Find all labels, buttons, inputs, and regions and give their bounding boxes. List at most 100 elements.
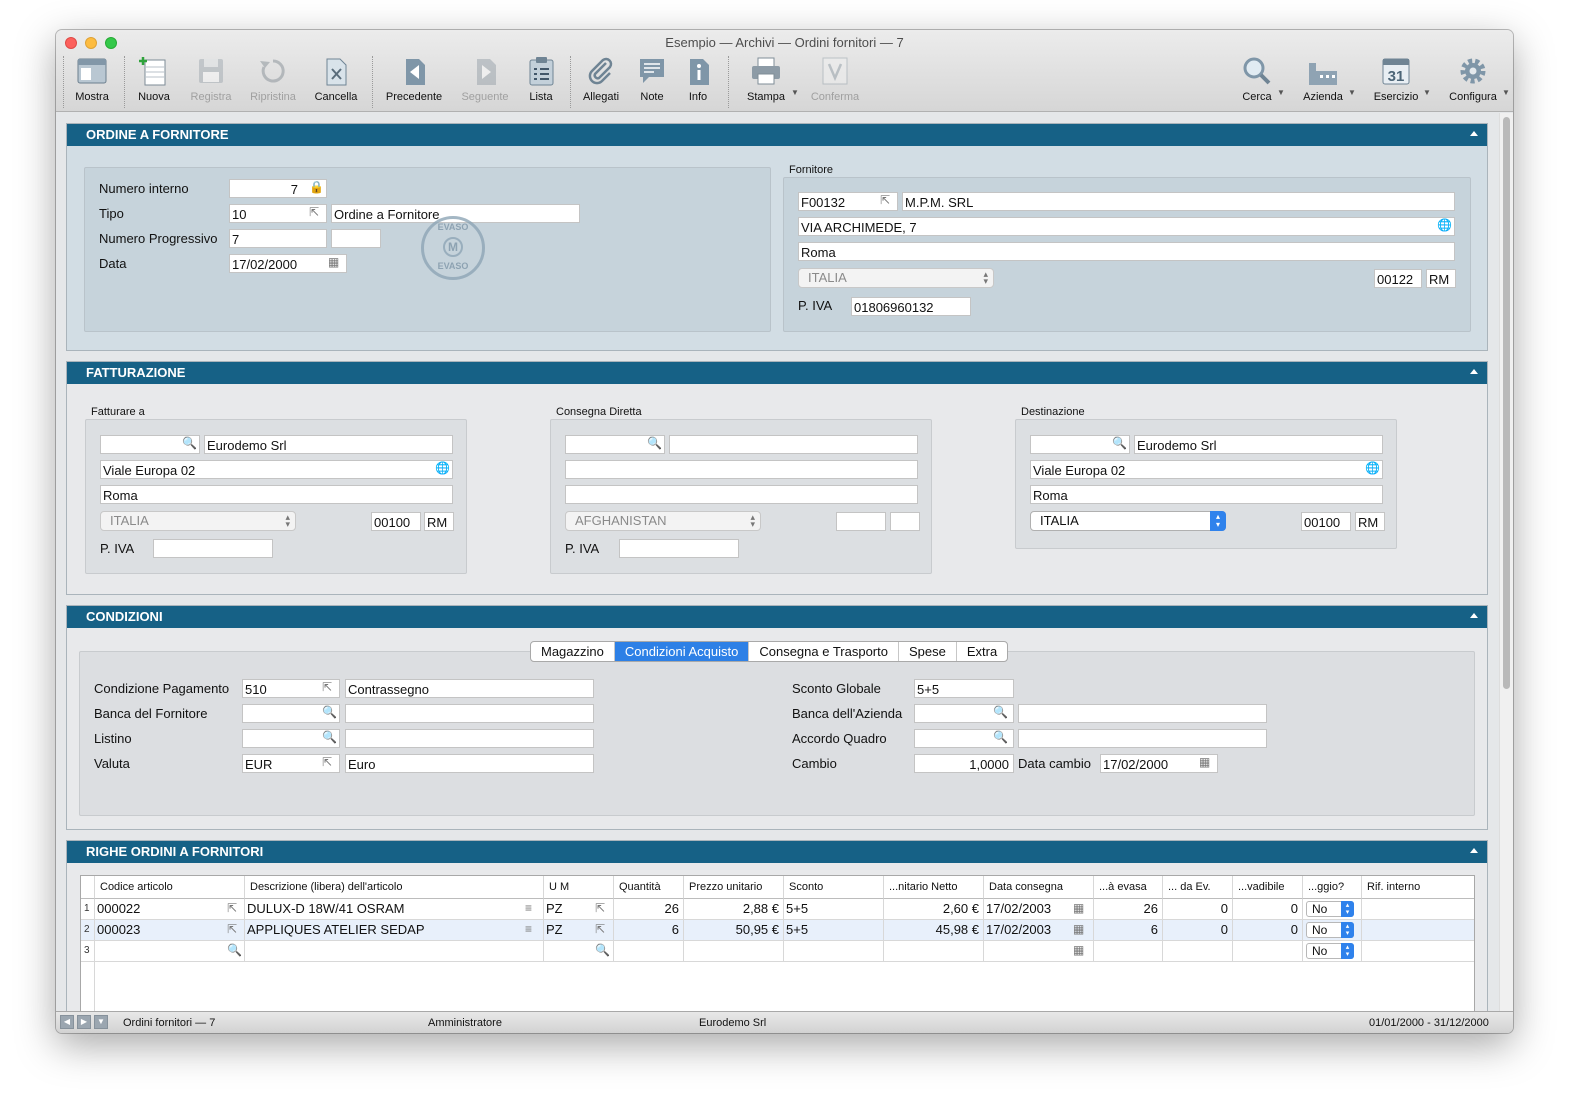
omaggio-select[interactable]: No ▴ ▾ bbox=[1306, 943, 1354, 959]
search-icon[interactable]: 🔍 bbox=[322, 730, 337, 744]
column-header[interactable]: Quantità bbox=[614, 876, 684, 899]
numero-progressivo-field[interactable]: 7 bbox=[229, 229, 327, 248]
link-arrow-icon[interactable]: ⇱ bbox=[880, 193, 890, 207]
esercizio-button[interactable]: 31 Esercizio bbox=[1368, 52, 1424, 108]
link-arrow-icon[interactable]: ⇱ bbox=[595, 901, 605, 915]
globe-icon[interactable]: 🌐 bbox=[1365, 461, 1380, 475]
consegna-address-field[interactable] bbox=[565, 460, 918, 479]
fornitore-address-field[interactable]: VIA ARCHIMEDE, 7 bbox=[798, 217, 1455, 236]
column-header[interactable]: ...nitario Netto bbox=[884, 876, 984, 899]
descrizione-cell[interactable]: APPLIQUES ATELIER SEDAP bbox=[245, 920, 544, 941]
fornitore-piva-field[interactable]: 01806960132 bbox=[851, 297, 971, 316]
rif-cell[interactable] bbox=[1362, 941, 1474, 962]
search-icon[interactable]: 🔍 bbox=[647, 436, 662, 450]
tab-condizioni-acquisto[interactable]: Condizioni Acquisto bbox=[614, 642, 750, 661]
column-header[interactable]: Sconto bbox=[784, 876, 884, 899]
fatturare-cap-field[interactable]: 00100 bbox=[371, 512, 421, 531]
destinazione-country-select[interactable]: ITALIA ▴ ▾ bbox=[1030, 511, 1226, 531]
calendar-icon[interactable]: ▦ bbox=[1199, 755, 1210, 769]
da-evadere-cell[interactable]: 0 bbox=[1163, 920, 1233, 941]
evasa-cell[interactable] bbox=[1094, 941, 1163, 962]
link-arrow-icon[interactable]: ⇱ bbox=[227, 922, 237, 936]
consegna-country-select[interactable]: AFGHANISTAN ▴ ▾ bbox=[565, 511, 761, 531]
fornitore-cap-field[interactable]: 00122 bbox=[1374, 269, 1422, 288]
configura-button[interactable]: Configura bbox=[1442, 52, 1504, 108]
destinazione-province-field[interactable]: RM bbox=[1355, 512, 1385, 531]
conferma-button[interactable]: Conferma bbox=[806, 52, 864, 108]
evadibile-cell[interactable]: 0 bbox=[1233, 899, 1303, 920]
quantita-cell[interactable]: 6 bbox=[614, 920, 684, 941]
column-header[interactable]: ... da Ev. bbox=[1163, 876, 1233, 899]
link-arrow-icon[interactable]: ⇱ bbox=[309, 205, 319, 219]
fatturare-address-field[interactable]: Viale Europa 02 bbox=[100, 460, 453, 479]
calendar-icon[interactable]: ▦ bbox=[1073, 922, 1084, 936]
note-button[interactable]: Note bbox=[634, 52, 670, 108]
evasa-cell[interactable]: 26 bbox=[1094, 899, 1163, 920]
text-lines-icon[interactable]: ≡ bbox=[525, 901, 532, 915]
link-arrow-icon[interactable]: ⇱ bbox=[595, 922, 605, 936]
consegna-name-field[interactable] bbox=[669, 435, 918, 454]
numero-progressivo-suffix-field[interactable] bbox=[331, 229, 381, 248]
netto-cell[interactable] bbox=[884, 941, 984, 962]
search-icon[interactable]: 🔍 bbox=[993, 705, 1008, 719]
fatturare-province-field[interactable]: RM bbox=[424, 512, 454, 531]
accordo-desc-field[interactable] bbox=[1018, 729, 1267, 748]
calendar-icon[interactable]: ▦ bbox=[1073, 943, 1084, 957]
fornitore-province-field[interactable]: RM bbox=[1426, 269, 1456, 288]
search-icon[interactable]: 🔍 bbox=[322, 705, 337, 719]
sconto-cell[interactable] bbox=[784, 941, 884, 962]
codice-cell[interactable]: 000023 bbox=[95, 920, 245, 941]
destinazione-address-field[interactable]: Viale Europa 02 bbox=[1030, 460, 1383, 479]
scrollbar-thumb[interactable] bbox=[1503, 117, 1510, 689]
evasa-cell[interactable]: 6 bbox=[1094, 920, 1163, 941]
down-arrow-icon[interactable]: ▼ bbox=[94, 1015, 108, 1029]
consegna-province-field[interactable] bbox=[890, 512, 920, 531]
lista-button[interactable]: Lista bbox=[522, 52, 560, 108]
fatturazione-section-header[interactable]: FATTURAZIONE bbox=[67, 362, 1487, 384]
column-header[interactable]: Prezzo unitario bbox=[684, 876, 784, 899]
netto-cell[interactable]: 2,60 € bbox=[884, 899, 984, 920]
descrizione-cell[interactable] bbox=[245, 941, 544, 962]
calendar-icon[interactable]: ▦ bbox=[328, 255, 339, 269]
cancella-button[interactable]: Cancella bbox=[310, 52, 362, 108]
prezzo-cell[interactable]: 2,88 € bbox=[684, 899, 784, 920]
info-button[interactable]: Info bbox=[680, 52, 716, 108]
mostra-button[interactable]: Mostra bbox=[68, 52, 116, 108]
registra-button[interactable]: Registra bbox=[184, 52, 238, 108]
cerca-dropdown-icon[interactable]: ▼ bbox=[1277, 88, 1285, 97]
cambio-field[interactable]: 1,0000 bbox=[914, 754, 1014, 773]
ordine-section-header[interactable]: ORDINE A FORNITORE bbox=[67, 124, 1487, 146]
previous-arrow-icon[interactable]: ◀ bbox=[60, 1015, 74, 1029]
netto-cell[interactable]: 45,98 € bbox=[884, 920, 984, 941]
next-arrow-icon[interactable]: ▶ bbox=[77, 1015, 91, 1029]
tab-extra[interactable]: Extra bbox=[957, 642, 1007, 661]
link-arrow-icon[interactable]: ⇱ bbox=[322, 680, 332, 694]
condizioni-section-header[interactable]: CONDIZIONI bbox=[67, 606, 1487, 628]
nuova-button[interactable]: Nuova bbox=[132, 52, 176, 108]
globe-icon[interactable]: 🌐 bbox=[435, 461, 450, 475]
fornitore-city-field[interactable]: Roma bbox=[798, 242, 1455, 261]
righe-section-header[interactable]: RIGHE ORDINI A FORNITORI bbox=[67, 841, 1487, 863]
consegna-piva-field[interactable] bbox=[619, 539, 739, 558]
evadibile-cell[interactable] bbox=[1233, 941, 1303, 962]
allegati-button[interactable]: Allegati bbox=[578, 52, 624, 108]
column-header[interactable]: ...à evasa bbox=[1094, 876, 1163, 899]
prezzo-cell[interactable] bbox=[684, 941, 784, 962]
configura-dropdown-icon[interactable]: ▼ bbox=[1502, 88, 1510, 97]
rif-cell[interactable] bbox=[1362, 899, 1474, 920]
omaggio-select[interactable]: No ▴ ▾ bbox=[1306, 901, 1354, 917]
collapse-icon[interactable] bbox=[1470, 613, 1478, 618]
column-header[interactable]: Data consegna bbox=[984, 876, 1094, 899]
valuta-desc-field[interactable]: Euro bbox=[345, 754, 594, 773]
fatturare-city-field[interactable]: Roma bbox=[100, 485, 453, 504]
tab-consegna-trasporto[interactable]: Consegna e Trasporto bbox=[749, 642, 899, 661]
column-header[interactable]: Descrizione (libera) dell'articolo bbox=[245, 876, 544, 899]
search-icon[interactable]: 🔍 bbox=[993, 730, 1008, 744]
seguente-button[interactable]: Seguente bbox=[456, 52, 514, 108]
destinazione-name-field[interactable]: Eurodemo Srl bbox=[1134, 435, 1383, 454]
stampa-button[interactable]: Stampa bbox=[742, 52, 790, 108]
column-header[interactable]: Codice articolo bbox=[95, 876, 245, 899]
cerca-button[interactable]: Cerca bbox=[1234, 52, 1280, 108]
column-header[interactable]: U M bbox=[544, 876, 614, 899]
fatturare-name-field[interactable]: Eurodemo Srl bbox=[204, 435, 453, 454]
